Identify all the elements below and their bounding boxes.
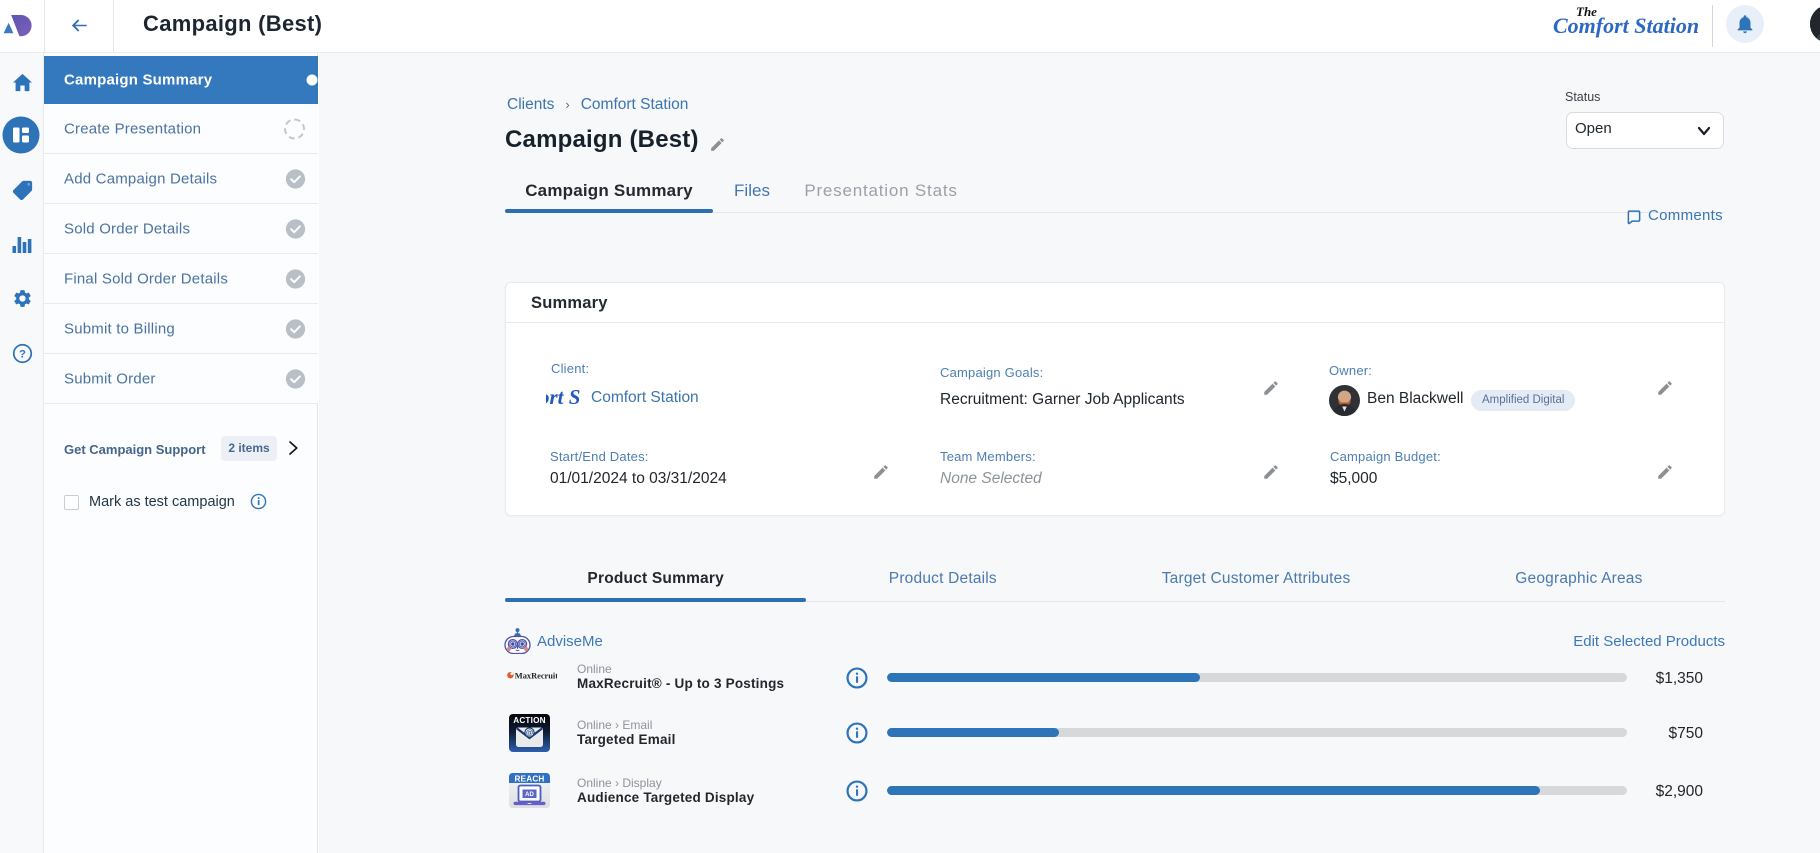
- svg-text:REACH: REACH: [514, 774, 544, 783]
- svg-text:@: @: [526, 728, 534, 737]
- svg-text:AD: AD: [525, 792, 534, 798]
- svg-text:MaxRecruit®: MaxRecruit®: [515, 672, 557, 681]
- svg-text:ACTION: ACTION: [513, 716, 546, 725]
- svg-text:?: ?: [19, 349, 26, 361]
